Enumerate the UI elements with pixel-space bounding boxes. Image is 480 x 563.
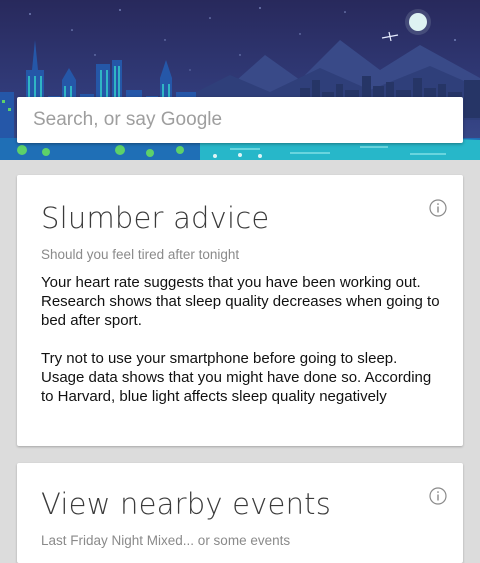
info-icon[interactable] <box>429 487 447 505</box>
advice-paragraph-smartphone: Try not to use your smartphone before go… <box>41 350 432 405</box>
search-box[interactable] <box>17 97 463 143</box>
advice-paragraph-heart-rate: Your heart rate suggests that you have b… <box>41 274 440 329</box>
header-illustration <box>0 0 480 160</box>
slumber-advice-card[interactable]: Slumber advice Should you feel tired aft… <box>17 175 463 446</box>
card-title: View nearby events <box>41 487 332 521</box>
nearby-events-card[interactable]: View nearby events Last Friday Night Mix… <box>17 463 463 563</box>
card-title: Slumber advice <box>41 201 270 235</box>
card-subtitle: Last Friday Night Mixed... or some event… <box>41 533 291 548</box>
card-subtitle: Should you feel tired after tonight <box>41 247 240 262</box>
info-icon[interactable] <box>429 199 447 217</box>
cards-feed: Slumber advice Should you feel tired aft… <box>0 160 480 563</box>
card-body: Your heart rate suggests that you have b… <box>41 273 441 406</box>
search-input[interactable] <box>17 97 463 143</box>
